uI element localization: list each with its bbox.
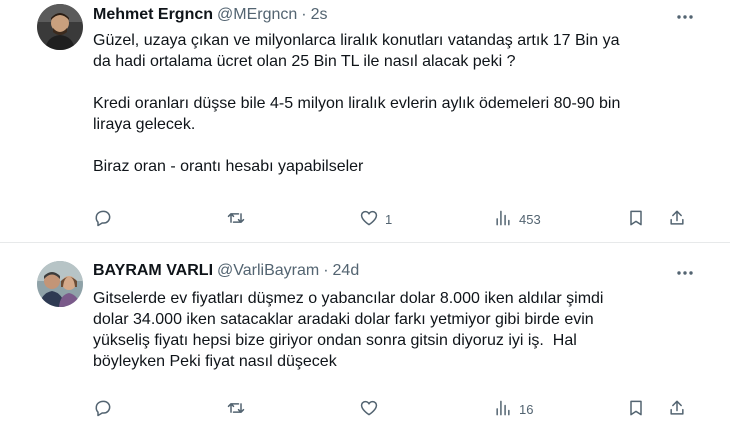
avatar[interactable]	[37, 261, 83, 307]
reply-button[interactable]	[93, 398, 119, 420]
reply-icon	[93, 208, 113, 231]
author-name[interactable]: BAYRAM VARLI	[93, 262, 213, 279]
tweet[interactable]: Mehmet Ergncn @MErgncn · 2s Güzel, uzaya çı…	[0, 0, 730, 242]
separator: ·	[323, 262, 329, 279]
share-button[interactable]	[667, 208, 687, 230]
tweet-header: BAYRAM VARLI @VarliBayram · 24d	[93, 260, 359, 282]
views-icon	[493, 398, 513, 421]
tweet-text: Gitselerde ev fiyatları düşmez o yabancı…	[93, 288, 703, 372]
views-button[interactable]: 16	[493, 398, 533, 420]
retweet-icon	[226, 398, 246, 421]
more-icon[interactable]	[674, 6, 696, 28]
views-count: 16	[519, 401, 534, 417]
retweet-button[interactable]	[226, 398, 252, 420]
like-icon	[359, 208, 379, 231]
like-count: 1	[385, 211, 393, 227]
like-button[interactable]	[359, 398, 385, 420]
author-name[interactable]: Mehmet Ergncn	[93, 6, 213, 23]
share-icon	[667, 398, 687, 421]
like-icon	[359, 398, 379, 421]
views-button[interactable]: 453	[493, 208, 541, 230]
tweet-paragraph: Kredi oranları düşse bile 4-5 milyon lir…	[93, 95, 621, 133]
bookmark-button[interactable]	[626, 208, 646, 230]
timestamp[interactable]: 24d	[333, 262, 360, 279]
timestamp[interactable]: 2s	[311, 6, 328, 23]
bookmark-icon	[626, 398, 646, 421]
bookmark-icon	[626, 208, 646, 231]
tweet-paragraph: Biraz oran - orantı hesabı yapabilseler	[93, 158, 364, 175]
reply-button[interactable]	[93, 208, 119, 230]
views-count: 453	[519, 211, 541, 227]
tweet-paragraph: Güzel, uzaya çıkan ve milyonlarca liralı…	[93, 32, 620, 70]
share-icon	[667, 208, 687, 231]
retweet-icon	[226, 208, 246, 231]
retweet-button[interactable]	[226, 208, 252, 230]
bookmark-button[interactable]	[626, 398, 646, 420]
tweet[interactable]: BAYRAM VARLI @VarliBayram · 24d Gitselerde …	[0, 243, 730, 420]
action-bar: 16	[93, 398, 693, 420]
views-icon	[493, 208, 513, 231]
tweet-paragraph: Gitselerde ev fiyatları düşmez o yabancı…	[93, 290, 604, 370]
like-button[interactable]: 1	[359, 208, 392, 230]
share-button[interactable]	[667, 398, 687, 420]
action-bar: 1 453	[93, 208, 693, 230]
more-icon[interactable]	[674, 262, 696, 284]
avatar[interactable]	[37, 4, 83, 50]
tweet-header: Mehmet Ergncn @MErgncn · 2s	[93, 4, 328, 26]
author-handle[interactable]: @VarliBayram	[217, 262, 319, 279]
tweet-text: Güzel, uzaya çıkan ve milyonlarca liralı…	[93, 30, 703, 177]
separator: ·	[301, 6, 307, 23]
reply-icon	[93, 398, 113, 421]
author-handle[interactable]: @MErgncn	[217, 6, 297, 23]
